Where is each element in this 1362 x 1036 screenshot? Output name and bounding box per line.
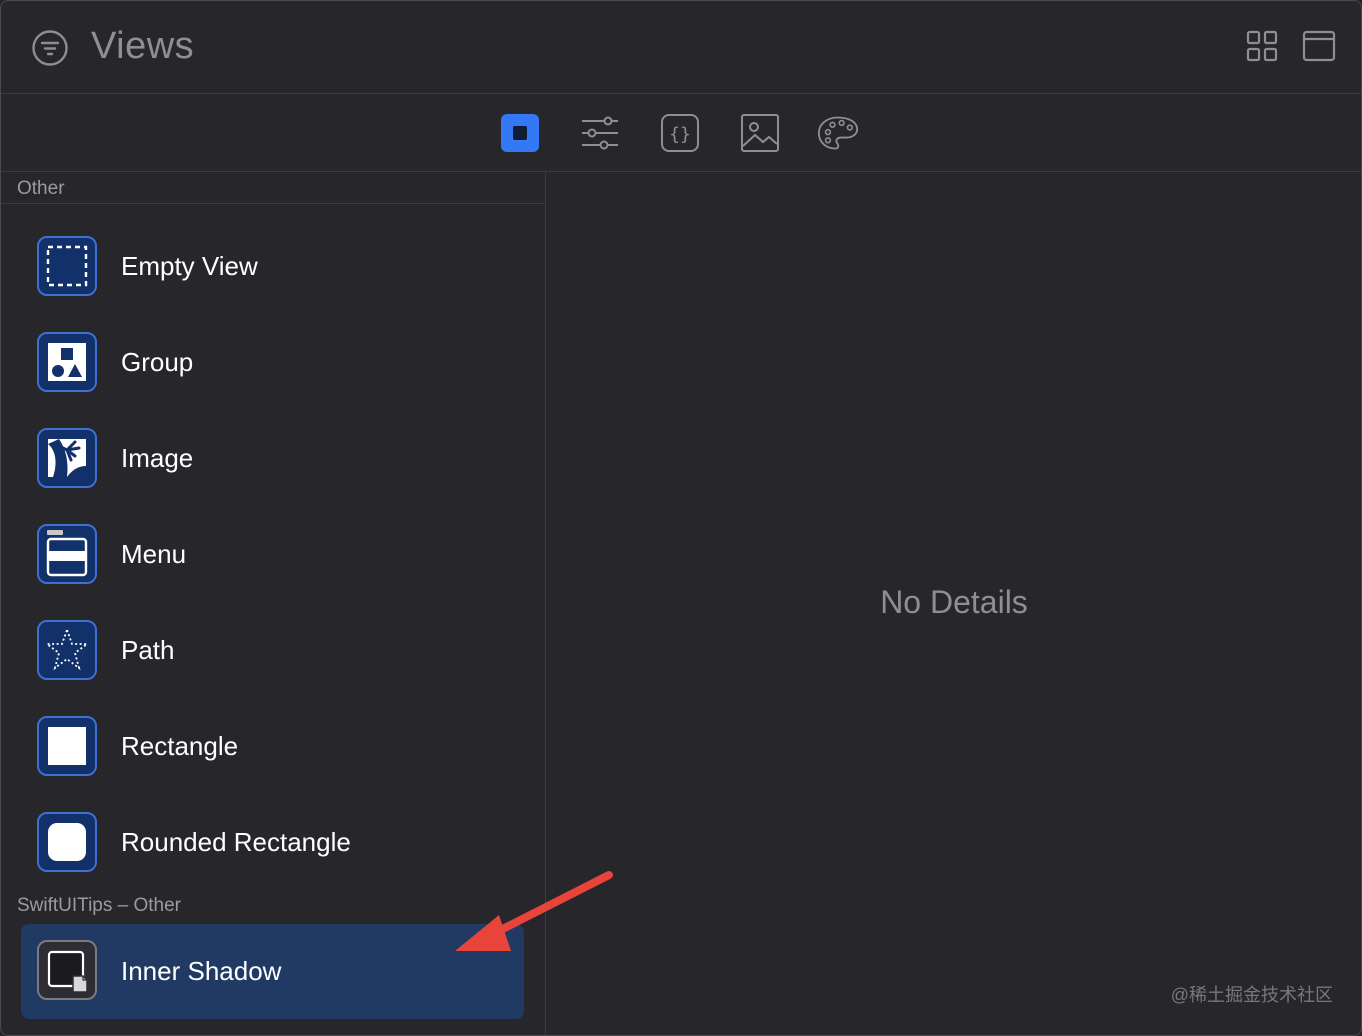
list-item-empty-view[interactable]: Empty View bbox=[21, 220, 524, 312]
rounded-rectangle-icon bbox=[37, 812, 97, 872]
list-item-rectangle[interactable]: Rectangle bbox=[21, 700, 524, 792]
menu-icon bbox=[37, 524, 97, 584]
list-item-label: Empty View bbox=[121, 251, 258, 281]
section-header-other: Other bbox=[17, 178, 65, 199]
list-item-label: Image bbox=[121, 443, 194, 473]
colors-icon bbox=[817, 116, 859, 150]
library-tab-bar: {} bbox=[1, 94, 1361, 172]
tab-snippets[interactable]: {} bbox=[659, 112, 701, 154]
tab-colors[interactable] bbox=[817, 112, 859, 154]
grid-icon[interactable] bbox=[1246, 30, 1278, 62]
section-divider bbox=[1, 203, 545, 204]
list-item-menu[interactable]: Menu bbox=[21, 508, 524, 600]
annotation-arrow-icon bbox=[455, 871, 613, 951]
tab-media[interactable] bbox=[739, 112, 781, 154]
panel-icon[interactable] bbox=[1302, 29, 1336, 63]
section-header-swiftuitips: SwiftUITips – Other bbox=[17, 895, 182, 916]
group-icon bbox=[37, 332, 97, 392]
watermark: @稀土掘金技术社区 bbox=[1170, 985, 1333, 1005]
library-window: Views {} Other Empty View Group Image Me… bbox=[0, 0, 1362, 1036]
tab-modifiers[interactable] bbox=[579, 112, 621, 154]
media-icon bbox=[741, 114, 779, 152]
list-item-label: Rounded Rectangle bbox=[121, 827, 351, 857]
list-item-path[interactable]: Path bbox=[21, 604, 524, 696]
snippets-icon: {} bbox=[661, 114, 699, 152]
list-item-image[interactable]: Image bbox=[21, 412, 524, 504]
image-icon bbox=[37, 428, 97, 488]
no-details-text: No Details bbox=[880, 584, 1028, 620]
tab-views[interactable] bbox=[499, 112, 541, 154]
svg-text:{}: {} bbox=[669, 124, 691, 145]
filter-circle-icon[interactable] bbox=[31, 29, 69, 67]
library-header: Views bbox=[1, 1, 1361, 94]
list-item-label: Rectangle bbox=[121, 731, 239, 761]
list-item-label: Path bbox=[121, 635, 175, 665]
detail-pane: No Details bbox=[547, 172, 1361, 1035]
list-item-group[interactable]: Group bbox=[21, 316, 524, 408]
page-title: Views bbox=[91, 25, 195, 67]
empty-view-icon bbox=[37, 236, 97, 296]
inner-shadow-icon bbox=[37, 940, 97, 1000]
modifiers-icon bbox=[582, 116, 618, 150]
views-icon bbox=[501, 114, 539, 152]
path-star-icon bbox=[37, 620, 97, 680]
list-item-label: Menu bbox=[121, 539, 187, 569]
list-item-label: Group bbox=[121, 347, 194, 377]
rectangle-icon bbox=[37, 716, 97, 776]
list-item-label: Inner Shadow bbox=[121, 956, 282, 986]
